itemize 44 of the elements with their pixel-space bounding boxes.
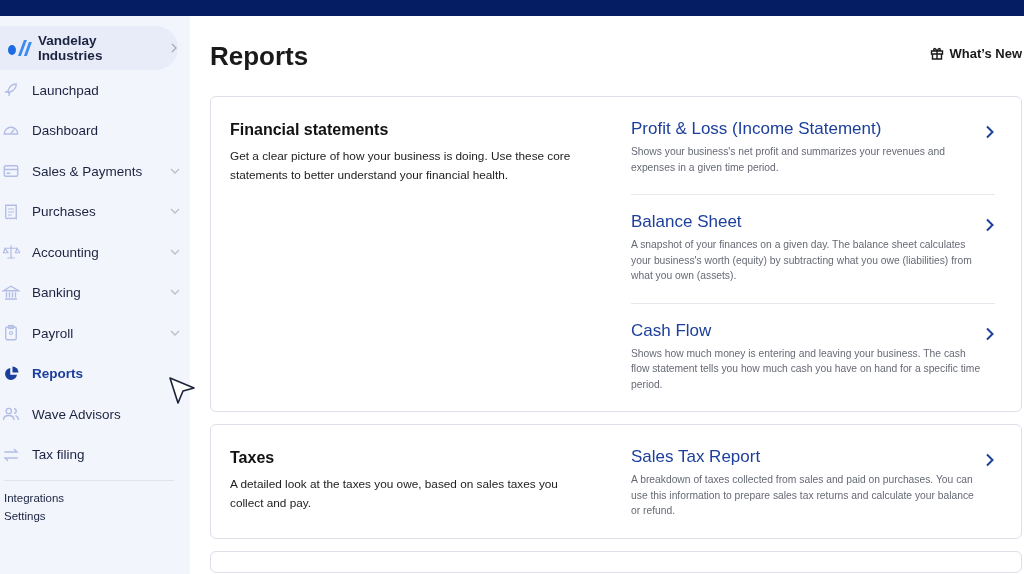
- report-description: Shows how much money is entering and leaving your business. The cash flow statement tells you how much cash you have on hand for a specific time period.: [631, 346, 981, 392]
- chevron-down-icon[interactable]: [170, 167, 180, 175]
- nav-item[interactable]: Wave Advisors: [0, 394, 190, 435]
- nav-item[interactable]: Launchpad: [0, 70, 190, 111]
- report-link[interactable]: Balance Sheet: [631, 212, 985, 232]
- report-description: A breakdown of taxes collected from sales and paid on purchases. You can use this information to prepare sales tax returns and calculate your balance or refund.: [631, 473, 975, 518]
- section-description: A detailed look at the taxes you owe, based on sales taxes you collect and pay.: [230, 476, 559, 512]
- report-link[interactable]: Sales Tax Report: [631, 447, 985, 467]
- whats-new-button[interactable]: What’s New: [929, 45, 1022, 61]
- nav-icon: [2, 243, 20, 262]
- chevron-right-icon: [170, 43, 178, 53]
- report-description: A snapshot of your finances on a given day. The balance sheet calculates your business's worth (equity) by subtracting what you owe (liabilities) from what you own (assets).: [631, 238, 973, 283]
- gift-icon: [929, 46, 944, 60]
- nav-icon: [2, 324, 20, 343]
- nav-item[interactable]: Accounting: [0, 232, 190, 273]
- chevron-right-icon[interactable]: [985, 453, 995, 467]
- business-switcher[interactable]: Vandelay Industries: [0, 26, 178, 70]
- nav-icon: [2, 283, 20, 302]
- chevron-right-icon[interactable]: [985, 218, 995, 232]
- section-title: Financial statements: [230, 121, 390, 139]
- chevron-down-icon[interactable]: [170, 248, 180, 256]
- nav-item[interactable]: Dashboard: [0, 110, 190, 151]
- chevron-right-icon[interactable]: [985, 125, 995, 139]
- report-link[interactable]: Cash Flow: [631, 320, 985, 341]
- chevron-down-icon[interactable]: [170, 329, 180, 337]
- nav-item[interactable]: Reports: [0, 353, 190, 394]
- nav-item[interactable]: Tax filing: [0, 434, 190, 475]
- nav-item[interactable]: Banking: [0, 272, 190, 313]
- logo-icon: [6, 38, 32, 58]
- nav-item[interactable]: Purchases: [0, 191, 190, 232]
- chevron-down-icon[interactable]: [170, 208, 180, 216]
- nav-item[interactable]: Payroll: [0, 313, 190, 354]
- chevron-right-icon[interactable]: [985, 326, 995, 341]
- nav-icon: [2, 364, 20, 383]
- sidebar-link[interactable]: Integrations: [0, 489, 190, 507]
- sidebar-link[interactable]: Settings: [0, 507, 190, 525]
- report-link[interactable]: Profit & Loss (Income Statement): [631, 119, 985, 139]
- nav-item[interactable]: Sales & Payments: [0, 151, 190, 192]
- nav-icon: [2, 202, 20, 221]
- section-title: Taxes: [230, 449, 276, 467]
- chevron-down-icon[interactable]: [170, 289, 180, 297]
- report-description: Shows your business's net profit and summarizes your revenues and expenses in a given time period.: [631, 145, 946, 175]
- section-description: Get a clear picture of how your business is doing. Use these core statements to better understand your financial health.: [230, 148, 572, 184]
- page-title: Reports: [210, 40, 310, 72]
